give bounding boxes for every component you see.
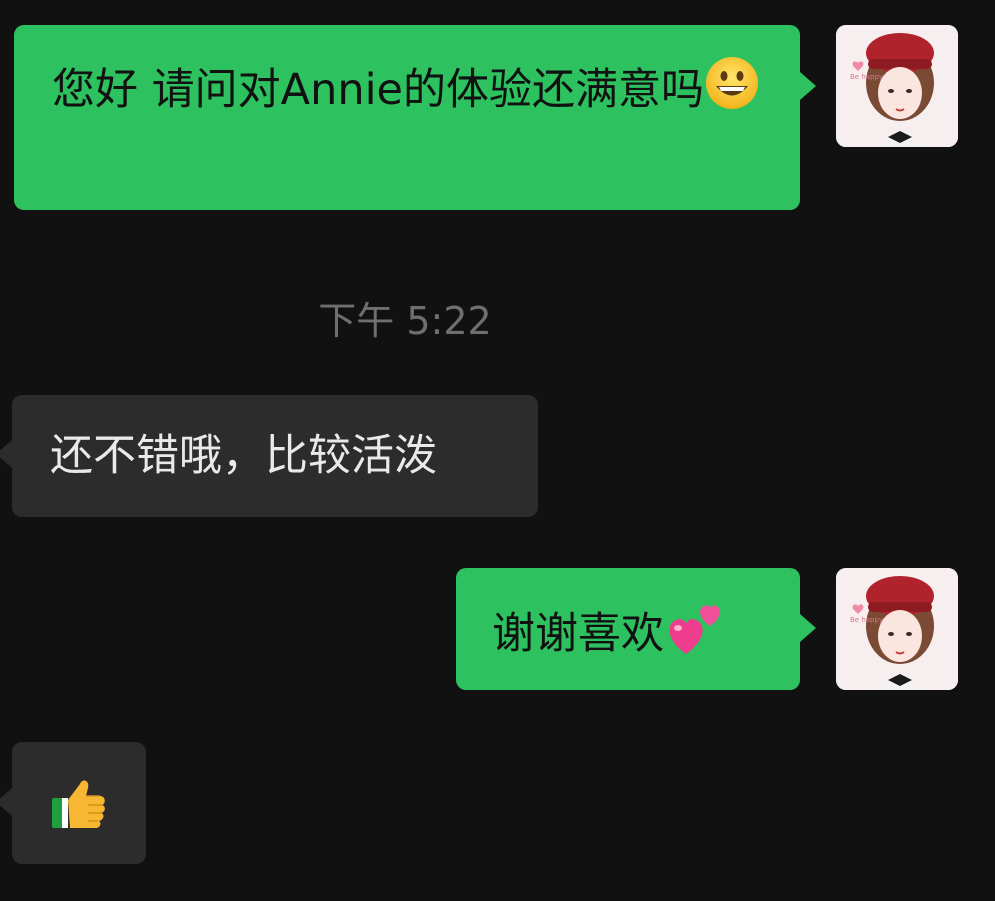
- avatar[interactable]: Be happy: [836, 25, 958, 147]
- message-bubble-incoming[interactable]: 还不错哦，比较活泼: [12, 395, 538, 517]
- bubble-tail: [800, 614, 816, 642]
- bubble-tail: [0, 788, 12, 816]
- avatar-caption: Be happy: [850, 616, 883, 624]
- message-bubble-outgoing[interactable]: 您好 请问对Annie的体验还满意吗: [14, 25, 800, 210]
- thumbs-up-icon: [48, 772, 110, 853]
- girl-red-beret-avatar-icon: Be happy: [836, 25, 958, 147]
- message-bubble-incoming[interactable]: [12, 742, 146, 864]
- grinning-face-icon: [704, 55, 760, 130]
- bubble-tail: [0, 440, 12, 468]
- chat-screen: 您好 请问对Annie的体验还满意吗 Be happy 下午 5:22 还不错哦…: [0, 0, 995, 901]
- avatar-caption: Be happy: [850, 73, 883, 81]
- message-text: 谢谢喜欢: [492, 609, 664, 659]
- avatar[interactable]: Be happy: [836, 568, 958, 690]
- bubble-tail: [800, 72, 816, 100]
- message-text: 还不错哦，比较活泼: [50, 431, 437, 481]
- girl-red-beret-avatar-icon: Be happy: [836, 568, 958, 690]
- message-bubble-outgoing[interactable]: 谢谢喜欢: [456, 568, 800, 690]
- two-hearts-icon: [664, 596, 726, 677]
- timestamp: 下午 5:22: [318, 299, 492, 343]
- message-text: 您好 请问对Annie的体验还满意吗: [52, 65, 704, 115]
